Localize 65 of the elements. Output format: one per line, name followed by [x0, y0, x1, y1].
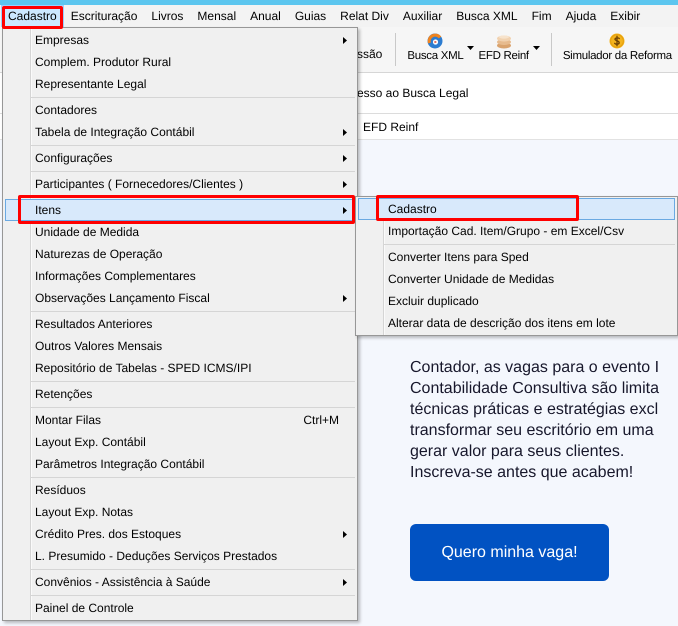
toolbar-button[interactable]: EFD Reinf — [476, 27, 542, 72]
menu-bar-item[interactable]: Anual — [243, 5, 288, 27]
menu-item[interactable]: Painel de Controle — [5, 597, 355, 619]
banner-link[interactable]: esso ao Busca Legal — [357, 86, 468, 100]
cta-button[interactable]: Quero minha vaga! — [410, 524, 609, 581]
menu-item[interactable]: Cadastro — [358, 198, 675, 220]
menu-item[interactable]: Repositório de Tabelas - SPED ICMS/IPI — [5, 357, 355, 379]
menu-bar-item[interactable]: Mensal — [190, 5, 244, 27]
menu-item[interactable]: Representante Legal — [5, 73, 355, 95]
menu-item[interactable]: Informações Complementares — [5, 265, 355, 287]
dollar-coin-icon — [609, 33, 626, 49]
menu-bar-item[interactable]: Fim — [524, 5, 559, 27]
menu-item[interactable]: Crédito Pres. dos Estoques — [5, 523, 355, 545]
menu-item[interactable]: Excluir duplicado — [358, 290, 675, 312]
menu-item[interactable]: Resultados Anteriores — [5, 313, 355, 335]
menu-item[interactable]: Parâmetros Integração Contábil — [5, 453, 355, 475]
promo-text: Contador, as vagas para o evento I Contabilidade Consultiva são limita técnicas práticas e estratégias excl transformar seu escritório em uma gerar valor para seus clientes. Inscreva-se antes que acabem! — [410, 358, 660, 483]
menu-item[interactable]: Retenções — [5, 383, 355, 405]
caret-right-icon — [343, 294, 347, 302]
menu-item[interactable]: Tabela de Integração Contábil — [5, 121, 355, 143]
coin-stack-icon — [496, 33, 512, 49]
menu-bar-item[interactable]: Busca XML — [449, 5, 525, 27]
section-label: EFD Reinf — [363, 118, 418, 136]
menu-bar-item[interactable]: Ajuda — [558, 5, 604, 27]
menu-bar-item[interactable]: Auxiliar — [396, 5, 450, 27]
menu-item[interactable]: Importação Cad. Item/Grupo - em Excel/Csv — [358, 220, 675, 242]
caret-down-icon — [532, 46, 540, 50]
menu-item[interactable]: Resíduos — [5, 479, 355, 501]
annotation-frame — [2, 6, 63, 29]
caret-right-icon — [343, 180, 347, 188]
caret-right-icon — [343, 154, 347, 162]
caret-right-icon — [343, 578, 347, 586]
menu-bar-item[interactable]: Cadastro — [1, 5, 64, 27]
menu-item[interactable]: Layout Exp. Contábil — [5, 431, 355, 453]
menu-item[interactable]: Converter Unidade de Medidas — [358, 268, 675, 290]
toolbar-button[interactable]: Simulador da Reforma — [560, 27, 674, 72]
menu-item[interactable]: Converter Itens para Sped — [358, 246, 675, 268]
menu-item[interactable]: Unidade de Medida — [5, 221, 355, 243]
caret-right-icon — [343, 530, 347, 538]
caret-down-icon — [467, 46, 474, 50]
menu-bar-item[interactable]: Escrituração — [64, 5, 144, 27]
caret-right-icon — [343, 128, 347, 136]
menu-item[interactable]: L. Presumido - Deduções Serviços Prestados — [5, 545, 355, 567]
menu-item[interactable]: Outros Valores Mensais — [5, 335, 355, 357]
menu-item[interactable]: Configurações — [5, 147, 355, 169]
caret-right-icon — [343, 206, 347, 214]
menu-bar-item[interactable]: Exibir — [603, 5, 648, 27]
menu-item[interactable]: Empresas — [5, 29, 355, 51]
menu-item[interactable]: Observações Lançamento Fiscal — [5, 287, 355, 309]
menu-item[interactable]: Contadores — [5, 99, 355, 121]
menu-bar-item[interactable]: Guias — [288, 5, 334, 27]
menu-item[interactable]: Alterar data de descrição dos itens em lote — [358, 312, 675, 334]
menu-item[interactable]: Naturezas de Operação — [5, 243, 355, 265]
menu-item[interactable]: Convênios - Assistência à Saúde — [5, 571, 355, 593]
toolbar-button[interactable]: ssão — [357, 27, 386, 72]
swirl-icon — [427, 33, 444, 49]
shortcut-label: Ctrl+M — [303, 412, 339, 429]
menu-item[interactable]: Participantes ( Fornecedores/Clientes ) — [5, 173, 355, 195]
toolbar-button[interactable]: Busca XML — [405, 27, 476, 72]
menu-item[interactable]: Complem. Produtor Rural — [5, 51, 355, 73]
caret-right-icon — [343, 36, 347, 44]
menu-item[interactable]: Montar Filas Ctrl+M — [5, 409, 355, 431]
menu-bar-item[interactable]: Livros — [144, 5, 190, 27]
menu-bar-item[interactable]: Relat Div — [333, 5, 396, 27]
menu-item[interactable]: Layout Exp. Notas — [5, 501, 355, 523]
